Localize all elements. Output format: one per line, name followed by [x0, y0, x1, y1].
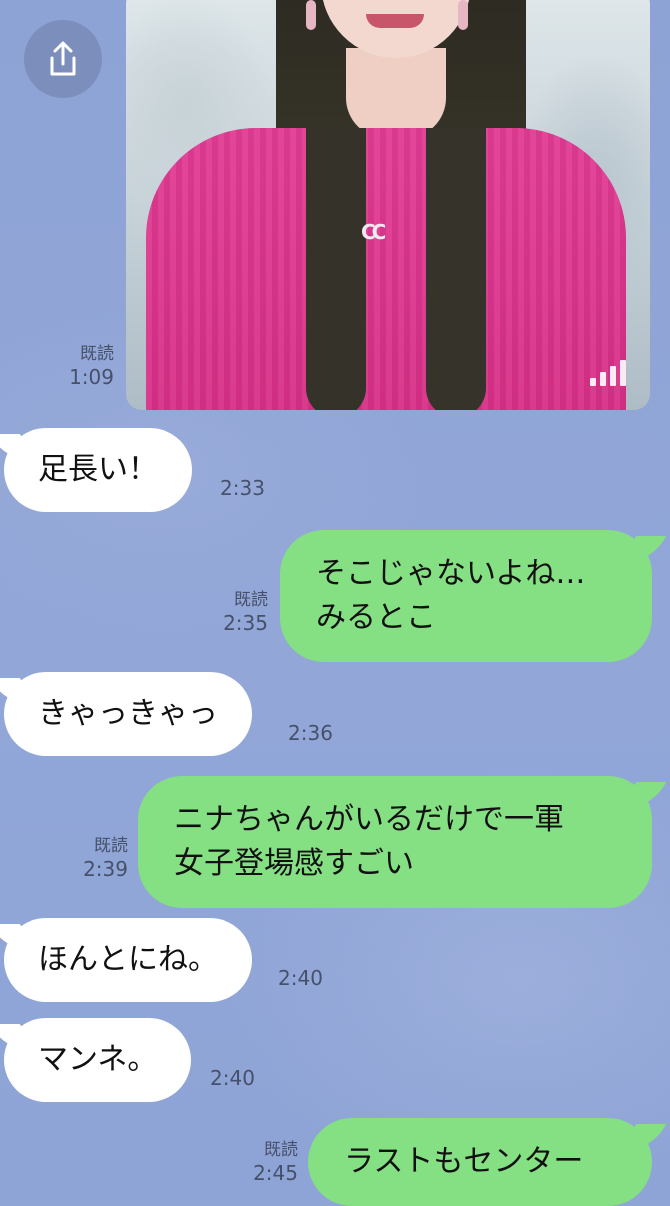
message-text: 足長い！	[38, 452, 158, 487]
message-text-line: そこじゃないよね…	[316, 556, 586, 591]
message-text-line: 女子登場感すごい	[174, 846, 414, 881]
message-time: 2:33	[220, 476, 265, 500]
read-receipt: 既読	[264, 1140, 298, 1160]
message-time: 2:39	[83, 857, 128, 882]
message-text: きゃっきゃっ	[38, 696, 218, 731]
message-time: 1:09	[69, 365, 114, 390]
read-receipt: 既読	[94, 836, 128, 856]
message-text: マンネ。	[38, 1042, 158, 1077]
message-text-line: ニナちゃんがいるだけで一軍	[174, 802, 564, 837]
signal-bars-icon	[590, 360, 626, 386]
incoming-message[interactable]: 足長い！	[4, 428, 192, 512]
incoming-message[interactable]: マンネ。	[4, 1018, 192, 1102]
photo-message[interactable]: CC	[126, 0, 650, 410]
read-receipt: 既読	[234, 590, 268, 610]
share-upload-icon	[50, 41, 76, 76]
outgoing-meta: 既読 2:39	[66, 836, 128, 882]
message-text: ラストもセンター	[344, 1144, 584, 1179]
read-receipt: 既読	[80, 344, 114, 364]
message-time: 2:40	[278, 966, 323, 990]
message-time: 2:35	[223, 611, 268, 636]
message-time: 2:40	[210, 1066, 255, 1090]
message-text-line: みるとこ	[316, 600, 436, 635]
outgoing-message[interactable]: そこじゃないよね… みるとこ	[280, 530, 652, 662]
incoming-message[interactable]: ほんとにね。	[4, 918, 252, 1002]
outgoing-message[interactable]: ラストもセンター	[308, 1118, 652, 1206]
outgoing-message[interactable]: ニナちゃんがいるだけで一軍 女子登場感すごい	[138, 776, 652, 908]
outgoing-meta: 既読 2:45	[236, 1140, 298, 1186]
incoming-message[interactable]: きゃっきゃっ	[4, 672, 252, 756]
outgoing-meta: 既読 2:35	[206, 590, 268, 636]
message-time: 2:45	[253, 1161, 298, 1186]
photo-meta: 既読 1:09	[62, 344, 114, 390]
message-text: ほんとにね。	[38, 942, 218, 977]
share-button[interactable]	[24, 20, 102, 98]
message-time: 2:36	[288, 721, 333, 745]
shirt-logo: CC	[361, 220, 386, 244]
